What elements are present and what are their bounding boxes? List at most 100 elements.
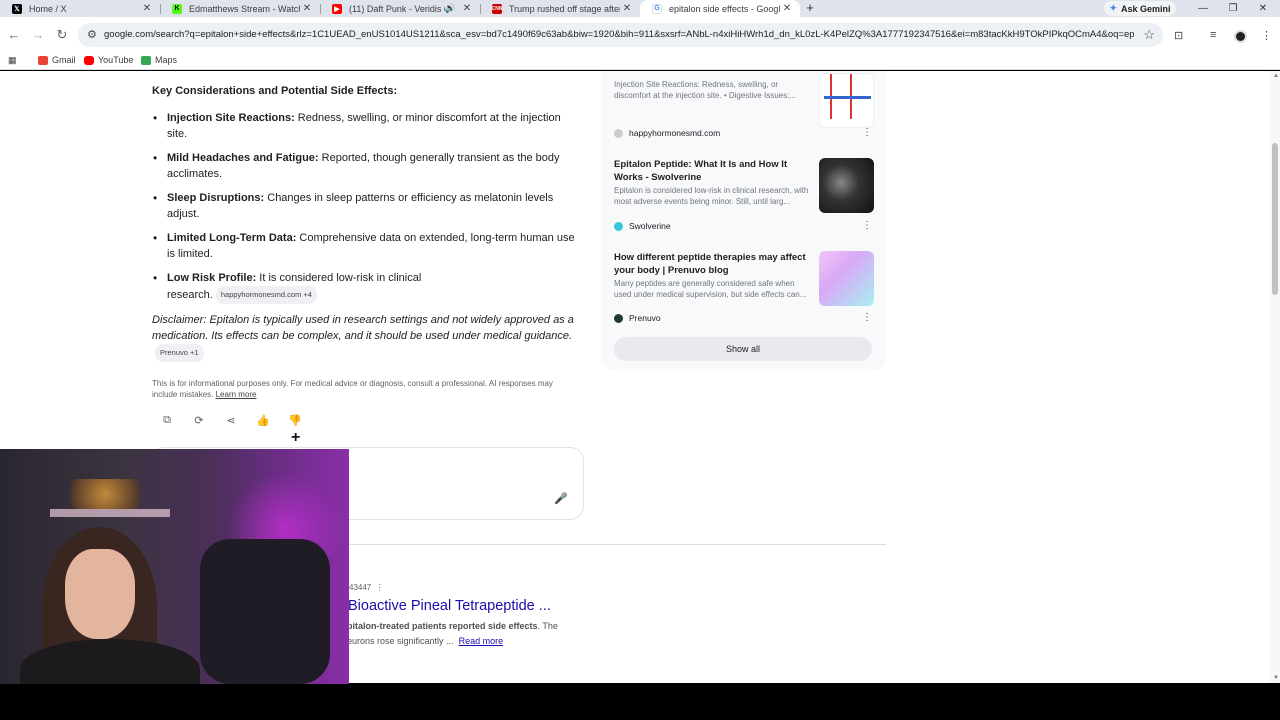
- close-tab-icon[interactable]: ✕: [780, 3, 794, 14]
- close-tab-icon[interactable]: ✕: [460, 3, 474, 14]
- site-info-icon[interactable]: ⚙: [87, 28, 97, 41]
- ask-gemini-button[interactable]: ✦ Ask Gemini: [1104, 1, 1176, 16]
- read-more-link[interactable]: Read more: [459, 636, 504, 646]
- source-site: Prenuvo: [614, 313, 661, 323]
- side-effects-list: Injection Site Reactions: Redness, swell…: [152, 110, 577, 312]
- source-thumbnail: [819, 73, 874, 128]
- address-bar[interactable]: ⚙ google.com/search?q=epitalon+side+effe…: [78, 23, 1163, 47]
- profile-avatar[interactable]: [1234, 30, 1247, 43]
- source-snippet: Many peptides are generally considered s…: [614, 279, 807, 299]
- show-all-button[interactable]: Show all: [614, 337, 872, 361]
- feedback-actions: ⧉ ⟳ ⋖ 👍 👎: [160, 414, 302, 427]
- apps-grid-icon[interactable]: ▦: [8, 55, 17, 66]
- info-notice: This is for informational purposes only.…: [152, 378, 577, 400]
- source-card[interactable]: How different peptide therapies may affe…: [614, 251, 874, 323]
- tab-title: Edmatthews Stream - Watch Li: [189, 3, 300, 14]
- copy-icon[interactable]: ⧉: [160, 414, 174, 427]
- result-menu-icon[interactable]: ⋮: [376, 583, 384, 592]
- close-window-icon[interactable]: ✕: [1248, 0, 1278, 17]
- item-term: Sleep Disruptions:: [167, 192, 265, 204]
- close-tab-icon[interactable]: ✕: [140, 3, 154, 14]
- minimize-window-icon[interactable]: —: [1188, 0, 1218, 17]
- mouse-cursor: +: [291, 429, 301, 446]
- bookmark-star-icon[interactable]: ☆: [1143, 27, 1155, 43]
- result-meta: 43447 ⋮: [349, 583, 384, 592]
- menu-kebab-icon[interactable]: ⋮: [1261, 29, 1272, 42]
- item-term: Injection Site Reactions:: [167, 112, 295, 124]
- scroll-thumb[interactable]: [1272, 143, 1278, 295]
- source-site: Swolverine: [614, 221, 671, 231]
- overview-heading: Key Considerations and Potential Side Ef…: [152, 85, 398, 97]
- thumbs-up-icon[interactable]: 👍: [256, 414, 270, 427]
- learn-more-link[interactable]: Learn more: [216, 390, 257, 399]
- lens-search-icon[interactable]: ⊡: [1174, 29, 1183, 42]
- bookmark-label: Gmail: [52, 55, 76, 65]
- snippet-highlight: pitalon-treated patients reported side e…: [347, 621, 538, 631]
- site-favicon-icon: [614, 221, 623, 231]
- url-text[interactable]: google.com/search?q=epitalon+side+effect…: [104, 29, 1134, 40]
- source-card[interactable]: Epitalon Peptide: What It Is and How It …: [614, 158, 874, 231]
- back-arrow-icon[interactable]: ←: [6, 27, 22, 43]
- close-tab-icon[interactable]: ✕: [620, 3, 634, 14]
- source-title: Epitalon Peptide: What It Is and How It …: [614, 159, 788, 183]
- tab-google-active[interactable]: G epitalon side effects - Google S ✕: [640, 0, 800, 17]
- scrollbar[interactable]: ▲ ▼: [1270, 71, 1280, 683]
- sources-panel: Injection Site Reactions: Redness, swell…: [601, 71, 886, 371]
- ask-gemini-label: Ask Gemini: [1121, 3, 1171, 14]
- bookmarks-bar: ▦ Gmail YouTube Maps: [0, 52, 1280, 70]
- snippet-line: eurons rose significantly ...: [347, 636, 454, 646]
- source-thumbnail: [819, 158, 874, 213]
- site-favicon-icon: [614, 128, 623, 138]
- result-title-link[interactable]: Bioactive Pineal Tetrapeptide ...: [348, 598, 551, 614]
- tab-title: (11) Daft Punk - Veridis Qu: [349, 3, 445, 14]
- tab-youtube[interactable]: ▶ (11) Daft Punk - Veridis Qu 🔊 ✕: [320, 0, 480, 17]
- source-chip[interactable]: happyhormonesmd.com +4: [215, 286, 317, 304]
- kick-logo-icon: K: [172, 3, 182, 14]
- thumbs-down-icon[interactable]: 👎: [288, 414, 302, 427]
- forward-arrow-icon[interactable]: →: [30, 27, 46, 43]
- regenerate-icon[interactable]: ⟳: [192, 414, 206, 427]
- scroll-down-icon[interactable]: ▼: [1273, 675, 1279, 681]
- media-controls-icon[interactable]: ≡: [1210, 29, 1216, 41]
- list-item: Mild Headaches and Fatigue: Reported, th…: [152, 150, 577, 182]
- tab-title: Trump rushed off stage after sh: [509, 3, 620, 14]
- webcam-overlay: [0, 449, 349, 684]
- site-favicon-icon: [614, 313, 623, 323]
- restore-window-icon[interactable]: ❐: [1218, 0, 1248, 17]
- more-options-icon[interactable]: ⋮: [862, 127, 872, 138]
- list-item: Injection Site Reactions: Redness, swell…: [152, 110, 577, 142]
- new-tab-button[interactable]: +: [803, 0, 817, 17]
- disclaimer-body: Disclaimer: Epitalon is typically used i…: [152, 314, 574, 342]
- gmail-icon: [38, 55, 48, 65]
- site-name: happyhormonesmd.com: [629, 128, 721, 138]
- tab-cnn[interactable]: CNN Trump rushed off stage after sh ✕: [480, 0, 640, 17]
- list-item: Limited Long-Term Data: Comprehensive da…: [152, 230, 577, 262]
- scroll-up-icon[interactable]: ▲: [1273, 73, 1279, 79]
- site-name: Prenuvo: [629, 313, 661, 323]
- tab-title: epitalon side effects - Google S: [669, 3, 780, 14]
- bookmark-gmail[interactable]: Gmail: [38, 55, 76, 65]
- tab-strip: 𝕏 Home / X ✕ K Edmatthews Stream - Watch…: [0, 0, 1280, 17]
- bookmark-youtube[interactable]: YouTube: [84, 55, 133, 65]
- maps-pin-icon: [141, 55, 151, 65]
- microphone-icon[interactable]: 🎤: [554, 492, 568, 505]
- close-tab-icon[interactable]: ✕: [300, 3, 314, 14]
- speaker-icon[interactable]: 🔊: [445, 3, 456, 14]
- item-term: Limited Long-Term Data:: [167, 232, 297, 244]
- youtube-icon: [84, 55, 94, 65]
- reload-icon[interactable]: ↻: [54, 27, 70, 43]
- bookmark-maps[interactable]: Maps: [141, 55, 177, 65]
- tab-x[interactable]: 𝕏 Home / X ✕: [0, 0, 160, 17]
- source-title: How different peptide therapies may affe…: [614, 252, 806, 276]
- share-icon[interactable]: ⋖: [224, 414, 238, 427]
- more-options-icon[interactable]: ⋮: [862, 220, 872, 231]
- result-id: 43447: [349, 583, 372, 592]
- more-options-icon[interactable]: ⋮: [862, 312, 872, 323]
- tab-kick[interactable]: K Edmatthews Stream - Watch Li ✕: [160, 0, 320, 17]
- source-snippet: Epitalon is considered low-risk in clini…: [614, 186, 809, 206]
- result-snippet: pitalon-treated patients reported side e…: [347, 619, 587, 649]
- source-card[interactable]: Injection Site Reactions: Redness, swell…: [614, 71, 874, 138]
- snippet-text: . The: [537, 621, 558, 631]
- source-chip[interactable]: Prenuvo +1: [155, 344, 204, 362]
- info-text: This is for informational purposes only.…: [152, 379, 553, 399]
